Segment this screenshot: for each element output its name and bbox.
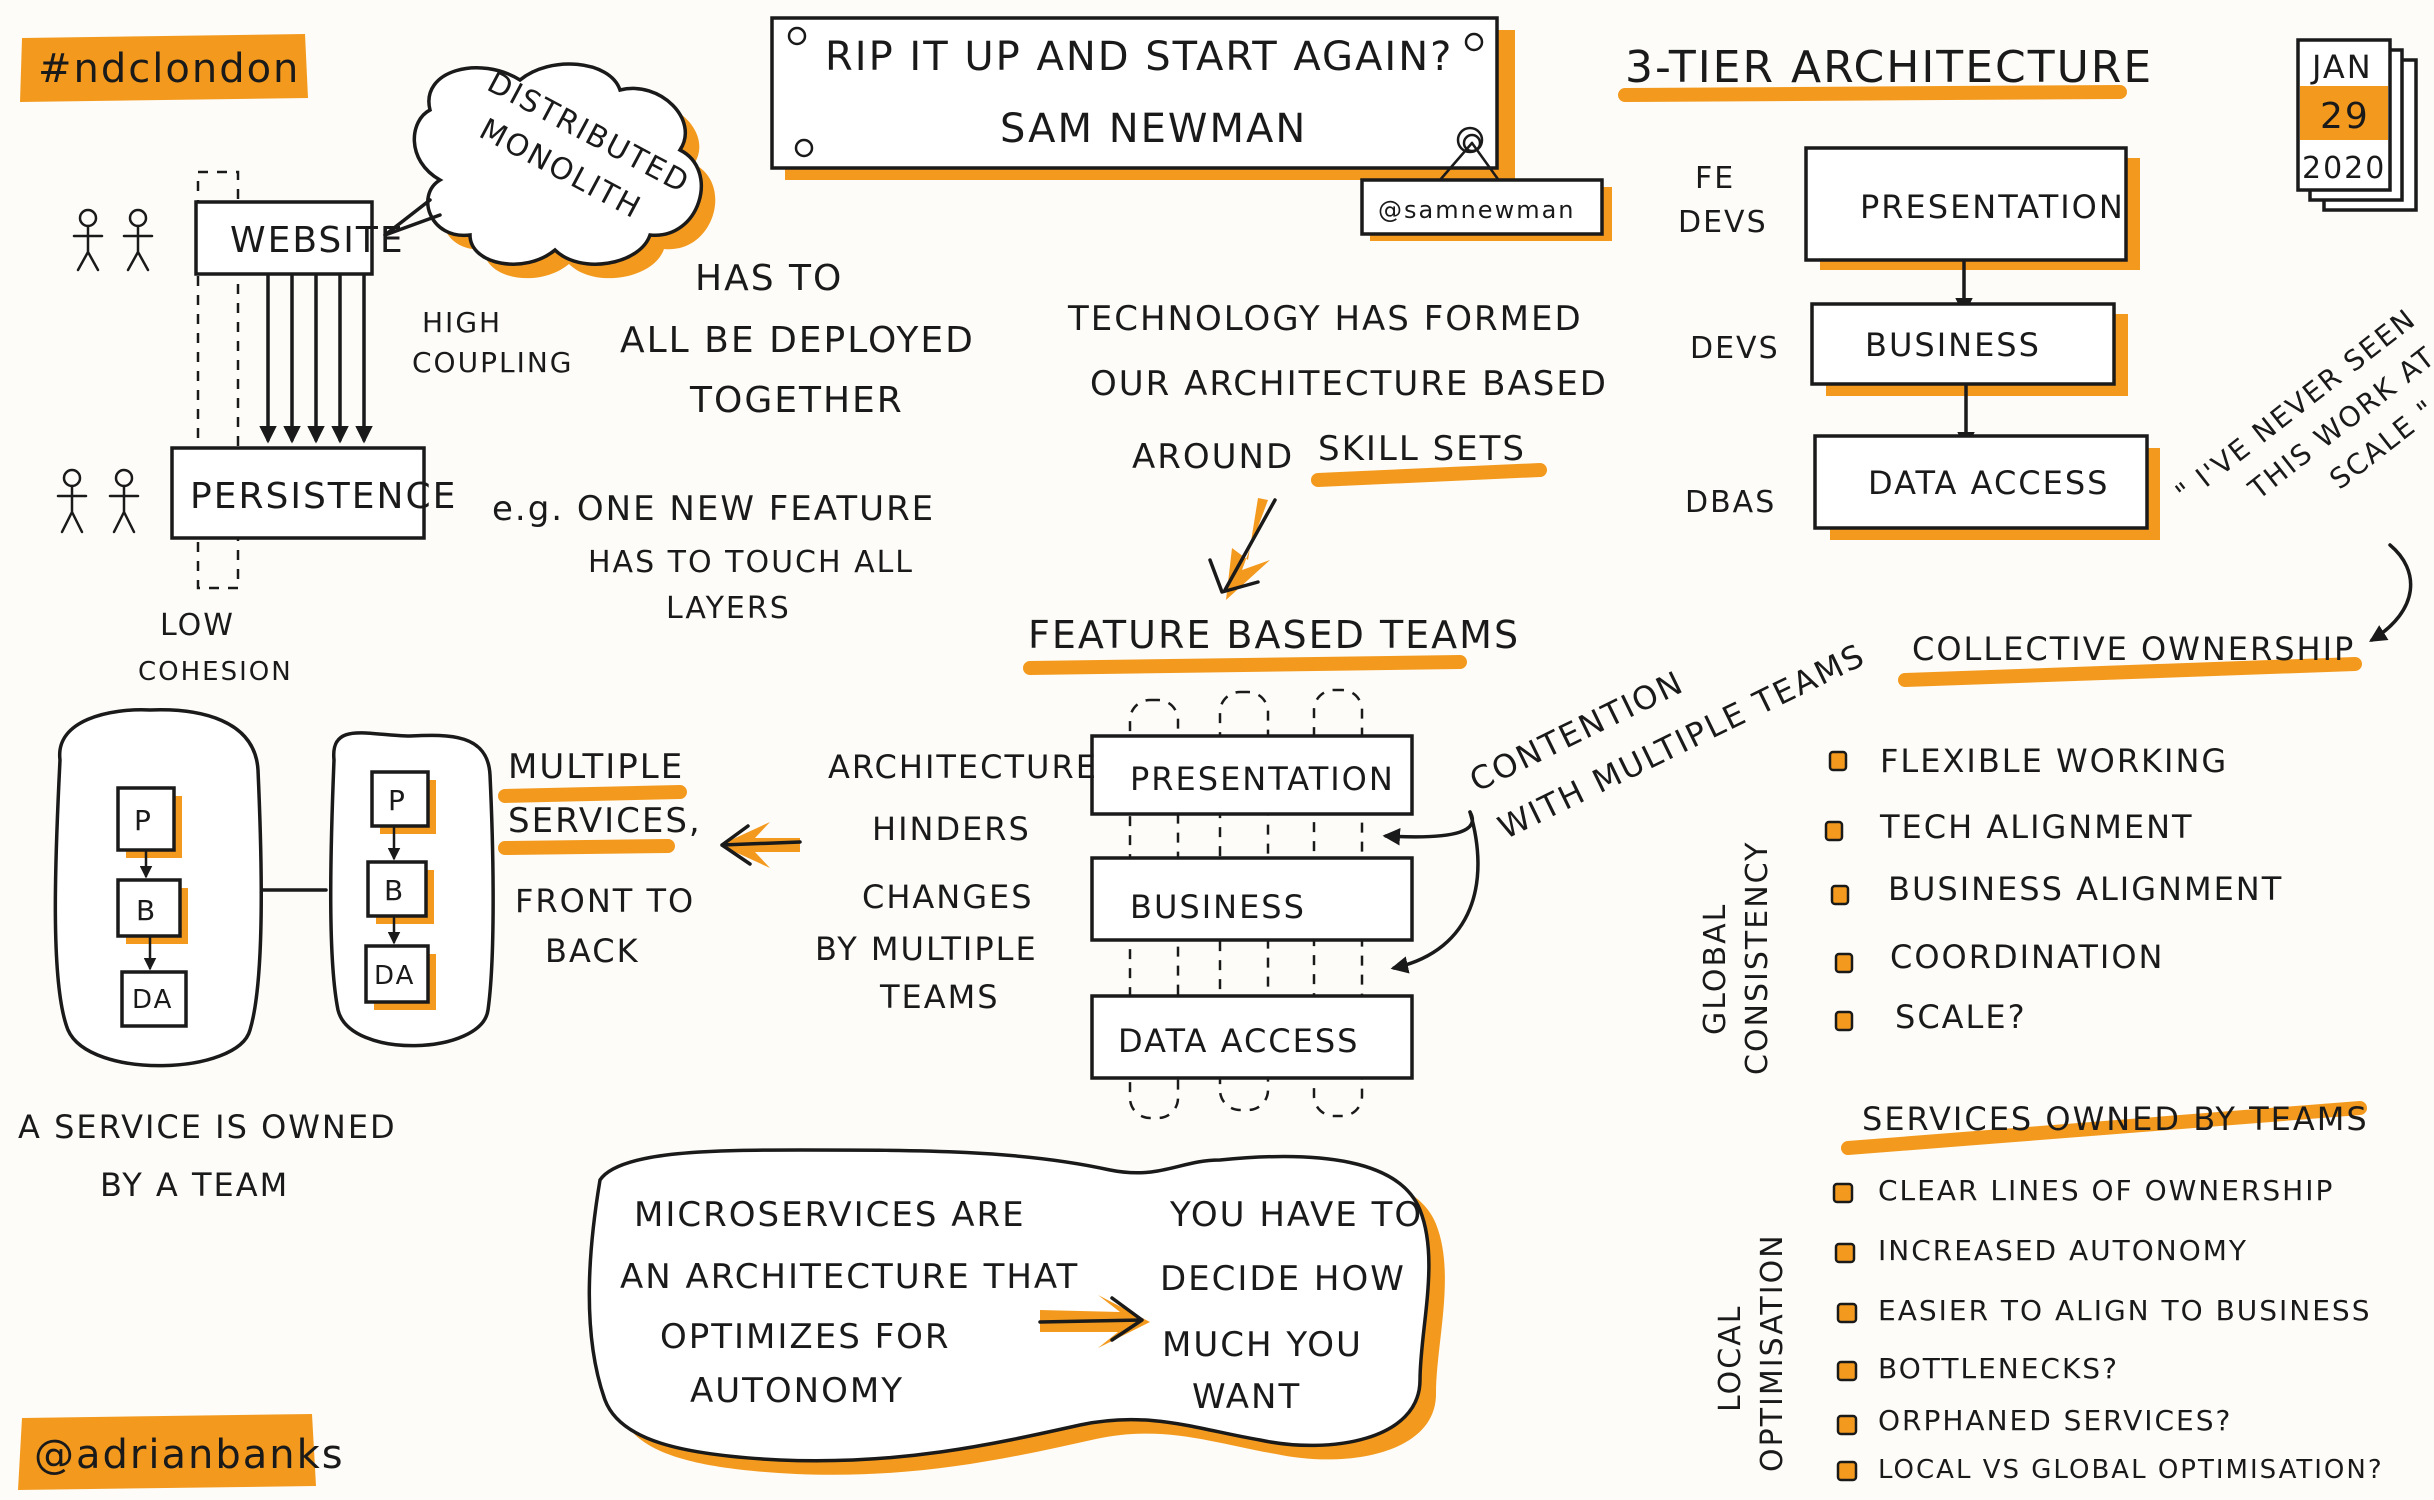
tier-business: BUSINESS [1865,326,2041,364]
tier-presentation: PRESENTATION [1860,188,2125,226]
front-line1: FRONT TO [515,882,695,920]
collective-item-1: FLEXIBLE WORKING [1880,742,2228,780]
deploy-line1: HAS TO [695,258,843,299]
collective-item-3: BUSINESS ALIGNMENT [1888,870,2283,908]
owned-line1: A SERVICE IS OWNED [18,1108,397,1146]
deploy-line2: ALL BE DEPLOYED [620,320,975,361]
microservices-blob: MICROSERVICES ARE AN ARCHITECTURE THAT O… [587,1148,1445,1475]
technology-line3: AROUND [1132,437,1294,477]
fe-devs-line1: FE [1695,161,1735,196]
feature-teams-title: FEATURE BASED TEAMS [1028,613,1520,657]
technology-line2: OUR ARCHITECTURE BASED [1090,364,1608,404]
team-figures-bottom [56,468,140,534]
collective-item-2: TECH ALIGNMENT [1879,808,2194,846]
low-cohesion-line1: LOW [160,608,235,643]
services-owned-section: SERVICES OWNED BY TEAMS LOCAL OPTIMISATI… [1713,1100,2384,1485]
deploy-line3: TOGETHER [689,380,904,421]
feature-business: BUSINESS [1130,888,1306,926]
sketchnote-canvas: #ndclondon RIP IT UP AND START AGAIN? SA… [18,16,2434,1490]
micro-left-line2: AN ARCHITECTURE THAT [620,1257,1079,1297]
feature-data-access: DATA ACCESS [1118,1022,1359,1060]
local-line2: OPTIMISATION [1755,1233,1790,1472]
collective-item-4: COORDINATION [1890,938,2164,976]
svc1-node-p: P [134,804,153,837]
micro-left-line4: AUTONOMY [690,1371,904,1411]
hinders-line5: TEAMS [879,978,1000,1016]
author-tag: @adrianbanks [18,1414,345,1490]
multiple-line2: SERVICES, [508,801,702,841]
website-label: WEBSITE [230,220,405,261]
distributed-monolith-cloud: DISTRIBUTED MONOLITH [383,62,716,279]
micro-left-line3: OPTIMIZES FOR [660,1317,951,1357]
owned-item-2: INCREASED AUTONOMY [1878,1234,2248,1267]
micro-right-line2: DECIDE HOW [1160,1259,1406,1299]
owned-item-3: EASIER TO ALIGN TO BUSINESS [1878,1294,2371,1327]
owned-item-1: CLEAR LINES OF OWNERSHIP [1878,1174,2334,1207]
devs-label: DEVS [1690,331,1780,366]
speaker-handle: @samnewman [1378,196,1576,224]
owned-item-5: ORPHANED SERVICES? [1878,1404,2232,1437]
hashtag-tag: #ndclondon [20,34,308,102]
example-note: e.g. ONE NEW FEATURE HAS TO TOUCH ALL LA… [492,489,935,626]
hinders-line4: BY MULTIPLE [815,930,1038,968]
collective-item-5: SCALE? [1895,998,2027,1036]
three-tier-section: 3-TIER ARCHITECTURE FE DEVS DEVS DBAS PR… [1618,42,2160,540]
example-line2: HAS TO TOUCH ALL [588,545,914,580]
micro-right-line3: MUCH YOU [1162,1325,1363,1365]
technology-note: TECHNOLOGY HAS FORMED OUR ARCHITECTURE B… [1067,299,1608,600]
deploy-note: HAS TO ALL BE DEPLOYED TOGETHER [620,258,975,421]
front-line2: BACK [545,932,640,970]
persistence-label: PERSISTENCE [190,476,457,517]
multiple-line1: MULTIPLE [508,747,684,787]
collective-title: COLLECTIVE OWNERSHIP [1912,630,2355,668]
high-coupling-line1: HIGH [422,306,502,339]
svc2-node-p: P [388,784,407,817]
date-month: JAN [2310,48,2373,86]
owned-item-4: BOTTLENECKS? [1878,1352,2119,1385]
owned-line2: BY A TEAM [100,1166,289,1204]
author-handle: @adrianbanks [34,1432,345,1478]
hashtag-text: #ndclondon [38,46,300,92]
svc2-node-da: DA [374,961,415,991]
micro-right-line1: YOU HAVE TO [1169,1195,1423,1235]
team-figures-top [72,208,154,272]
owned-item-6: LOCAL VS GLOBAL OPTIMISATION? [1878,1455,2384,1485]
fe-devs-line2: DEVS [1678,205,1768,240]
technology-line1: TECHNOLOGY HAS FORMED [1067,299,1583,339]
date-calendar: JAN 29 2020 [2296,38,2418,212]
svc1-node-b: B [136,894,157,927]
example-line3: LAYERS [666,591,791,626]
example-line1: e.g. ONE NEW FEATURE [492,489,935,529]
feature-presentation: PRESENTATION [1130,760,1395,798]
three-tier-title: 3-TIER ARCHITECTURE [1625,42,2153,93]
high-coupling-line2: COUPLING [412,346,573,379]
skill-sets: SKILL SETS [1318,429,1526,469]
low-cohesion-line2: COHESION [138,657,293,687]
hinders-line1: ARCHITECTURE [828,748,1098,786]
svc1-node-da: DA [132,985,173,1015]
tier-data-access: DATA ACCESS [1868,464,2109,502]
local-line1: LOCAL [1713,1305,1748,1412]
date-day: 29 [2320,96,2370,137]
scale-quote: " I'VE NEVER SEEN THIS WORK AT SCALE " [2169,302,2434,642]
dbas-label: DBAS [1685,485,1776,520]
micro-right-line4: WANT [1192,1377,1301,1417]
speaker-name: SAM NEWMAN [1000,106,1307,152]
feature-teams-section: FEATURE BASED TEAMS PRESENTATION BUSINES… [720,613,1871,1120]
title-box: RIP IT UP AND START AGAIN? SAM NEWMAN [770,16,1515,180]
owned-teams-title: SERVICES OWNED BY TEAMS [1862,1100,2369,1138]
micro-left-line1: MICROSERVICES ARE [634,1195,1026,1235]
global-line1: GLOBAL [1698,903,1733,1035]
date-year: 2020 [2302,151,2386,186]
hinders-line3: CHANGES [862,878,1034,916]
multiple-services-section: MULTIPLE SERVICES, FRONT TO BACK P B DA … [18,708,702,1204]
talk-title: RIP IT UP AND START AGAIN? [825,34,1453,80]
svc2-node-b: B [384,874,405,907]
global-line2: CONSISTENCY [1740,841,1775,1075]
hinders-line2: HINDERS [872,810,1031,848]
